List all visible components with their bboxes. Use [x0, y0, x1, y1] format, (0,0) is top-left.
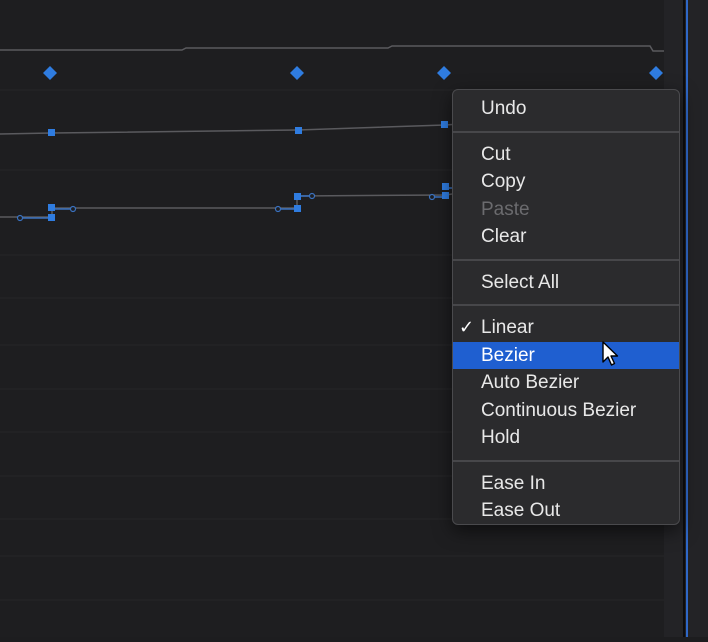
bezier-handle[interactable]	[308, 192, 316, 200]
value-curve-2	[0, 193, 453, 218]
keyframe-point[interactable]	[48, 204, 55, 211]
bezier-handle[interactable]	[16, 214, 24, 222]
panel-divider	[683, 0, 685, 637]
mouse-pointer-icon	[602, 341, 619, 366]
playhead-line[interactable]	[686, 0, 688, 637]
menu-item-ease-out[interactable]: Ease Out	[453, 497, 679, 525]
bezier-handle[interactable]	[428, 193, 436, 201]
bezier-handle[interactable]	[69, 205, 77, 213]
value-curve-1	[0, 123, 461, 135]
menu-separator	[453, 130, 679, 133]
menu-item-copy[interactable]: Copy	[453, 168, 679, 196]
bezier-handle[interactable]	[274, 205, 282, 213]
curve-2-keyframes	[48, 183, 449, 221]
curve-2-handle-dots	[16, 192, 436, 222]
keyframe-point[interactable]	[441, 121, 448, 128]
keyframe-diamonds-row	[43, 66, 663, 80]
keyframe-point[interactable]	[48, 214, 55, 221]
menu-item-select-all[interactable]: Select All	[453, 269, 679, 297]
menu-item-cut[interactable]: Cut	[453, 141, 679, 169]
menu-item-bezier[interactable]: Bezier	[453, 341, 679, 369]
menu-separator	[453, 459, 679, 462]
menu-item-ease-in[interactable]: Ease In	[453, 470, 679, 498]
menu-item-undo[interactable]: Undo	[453, 95, 679, 123]
menu-item-auto-bezier[interactable]: Auto Bezier	[453, 369, 679, 397]
keyframe-point[interactable]	[442, 183, 449, 190]
menu-separator	[453, 258, 679, 261]
menu-item-continuous-bezier[interactable]: Continuous Bezier	[453, 397, 679, 425]
menu-item-hold[interactable]: Hold	[453, 424, 679, 452]
menu-item-linear[interactable]: ✓ Linear	[453, 314, 679, 342]
checkmark-icon: ✓	[459, 317, 475, 337]
keyframe-point[interactable]	[442, 192, 449, 199]
keyframe-diamond-icon[interactable]	[437, 66, 451, 80]
curve-1-keyframes	[48, 121, 448, 136]
context-menu: Undo Cut Copy Paste Clear Select All ✓ L…	[452, 89, 680, 525]
keyframe-point[interactable]	[295, 127, 302, 134]
top-curve	[0, 45, 664, 52]
keyframe-point[interactable]	[294, 193, 301, 200]
menu-item-paste: Paste	[481, 198, 530, 220]
menu-item-clear[interactable]: Clear	[453, 223, 679, 251]
keyframe-diamond-icon[interactable]	[43, 66, 57, 80]
curve-2-bezier-handles	[20, 187, 452, 219]
keyframe-diamond-icon[interactable]	[290, 66, 304, 80]
keyframe-point[interactable]	[294, 205, 301, 212]
keyframe-diamond-icon[interactable]	[649, 66, 663, 80]
menu-item-label: Linear	[481, 317, 534, 338]
menu-separator	[453, 304, 679, 306]
keyframe-point[interactable]	[48, 129, 55, 136]
